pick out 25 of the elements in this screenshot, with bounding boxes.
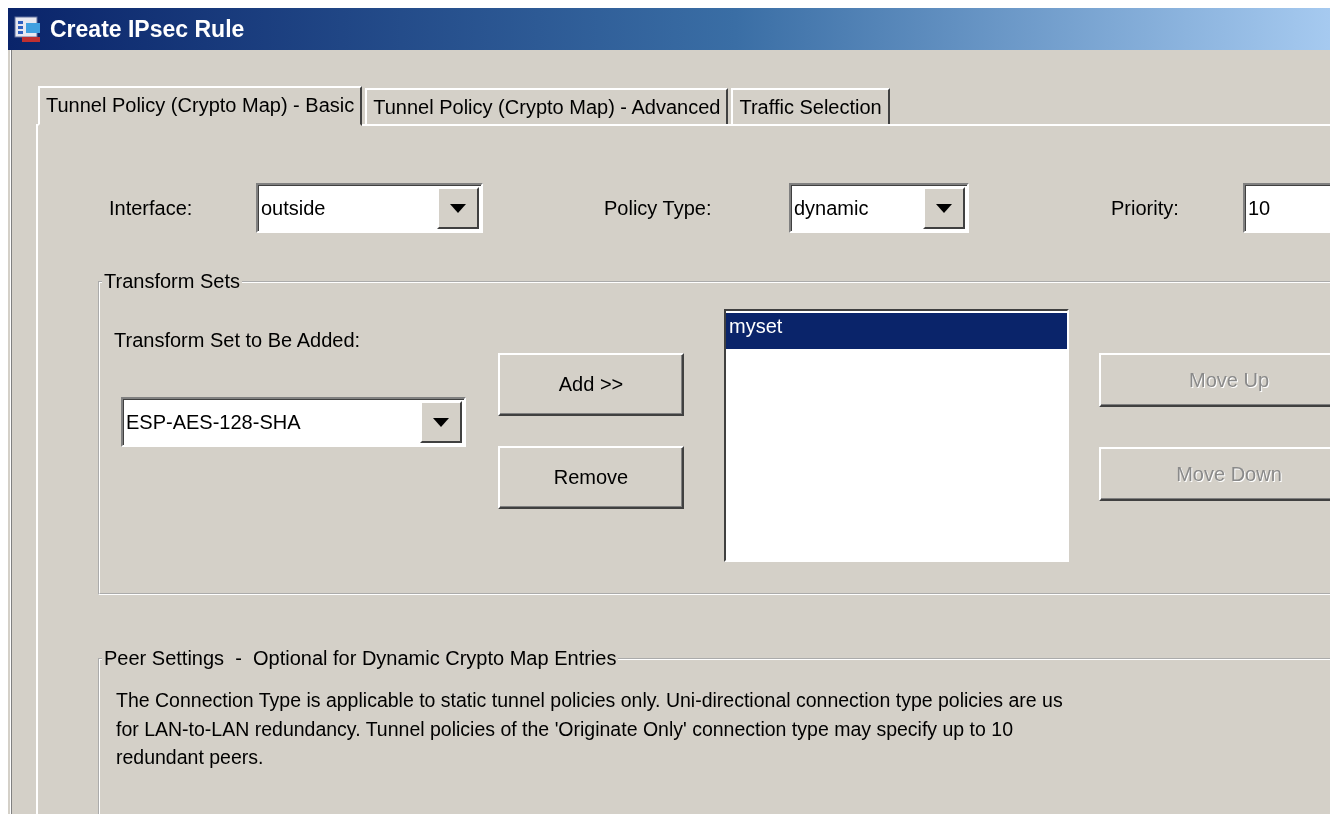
dropdown-arrow-button[interactable] xyxy=(923,187,965,229)
tab[interactable]: Traffic Selection xyxy=(731,88,890,124)
group-title: Peer Settings - Optional for Dynamic Crypto Map Entries xyxy=(103,647,618,670)
action-button[interactable]: Add >> xyxy=(498,353,684,416)
dropdown-field[interactable]: dynamic xyxy=(789,183,969,233)
description-text: The Connection Type is applicable to static tunnel policies only. Uni-directional connection type policies are us for LAN-to-LAN redundancy. Tunnel policies of the 'Originate Only' connection type may specify up to 10 redundant peers. xyxy=(116,688,1064,770)
dropdown-field[interactable]: ESP-AES-128-SHA xyxy=(121,397,466,447)
field-label: Policy Type: xyxy=(604,196,713,220)
caret-icon xyxy=(936,203,952,213)
tab[interactable]: Tunnel Policy (Crypto Map) - Advanced xyxy=(365,88,729,124)
field-label: Interface: xyxy=(109,196,194,220)
list-item[interactable]: myset xyxy=(726,313,1067,349)
list-box[interactable]: myset xyxy=(724,309,1069,562)
dropdown-field[interactable]: outside xyxy=(256,183,483,233)
caret-icon xyxy=(450,203,466,213)
window-title: Create IPsec Rule xyxy=(50,15,245,43)
text-field[interactable]: 10 xyxy=(1243,183,1330,233)
field-label: Priority: xyxy=(1111,196,1180,220)
dropdown-arrow-button[interactable] xyxy=(437,187,479,229)
dropdown-arrow-button[interactable] xyxy=(420,401,462,443)
caret-icon xyxy=(433,417,449,427)
tab[interactable]: Tunnel Policy (Crypto Map) - Basic xyxy=(38,86,363,126)
action-button[interactable]: Remove xyxy=(498,446,684,509)
group-title: Transform Sets xyxy=(103,270,241,293)
field-label: Transform Set to Be Added: xyxy=(114,329,362,352)
